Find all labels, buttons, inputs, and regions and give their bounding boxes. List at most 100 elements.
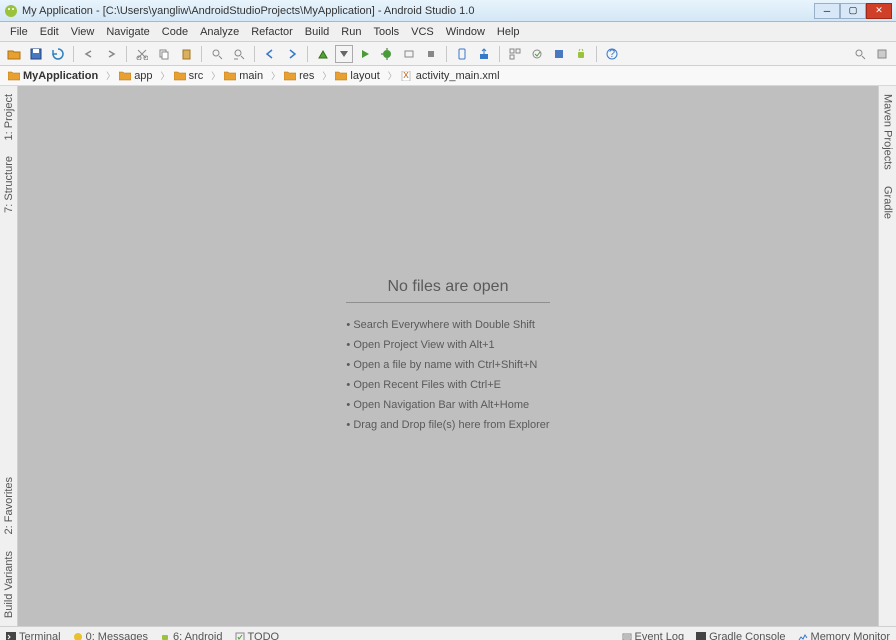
sidebar-tab-gradle[interactable]: Gradle bbox=[880, 178, 896, 227]
ddms-icon[interactable] bbox=[549, 44, 569, 64]
close-button[interactable]: ✕ bbox=[866, 3, 892, 19]
todo-icon bbox=[235, 632, 245, 640]
find-icon[interactable] bbox=[207, 44, 227, 64]
crumb-label: layout bbox=[350, 70, 379, 82]
attach-debugger-icon[interactable] bbox=[399, 44, 419, 64]
search-everywhere-icon[interactable] bbox=[850, 44, 870, 64]
folder-icon bbox=[224, 71, 236, 81]
gradle-console-icon bbox=[696, 632, 706, 640]
sidebar-tab-structure[interactable]: 7: Structure bbox=[1, 148, 17, 221]
make-project-icon[interactable] bbox=[313, 44, 333, 64]
tab-memory-monitor[interactable]: Memory Monitor bbox=[798, 631, 890, 640]
separator bbox=[126, 46, 127, 62]
stop-icon[interactable] bbox=[421, 44, 441, 64]
menu-file[interactable]: File bbox=[4, 24, 34, 40]
separator bbox=[446, 46, 447, 62]
minimize-button[interactable]: ─ bbox=[814, 3, 840, 19]
copy-icon[interactable] bbox=[154, 44, 174, 64]
help-icon[interactable]: ? bbox=[602, 44, 622, 64]
replace-icon[interactable] bbox=[229, 44, 249, 64]
avd-manager-icon[interactable] bbox=[452, 44, 472, 64]
folder-icon bbox=[335, 71, 347, 81]
menu-window[interactable]: Window bbox=[440, 24, 491, 40]
separator bbox=[499, 46, 500, 62]
menu-analyze[interactable]: Analyze bbox=[194, 24, 245, 40]
breadcrumb-res[interactable]: res bbox=[267, 69, 318, 82]
menu-vcs[interactable]: VCS bbox=[405, 24, 440, 40]
folder-icon bbox=[284, 71, 296, 81]
forward-icon[interactable] bbox=[282, 44, 302, 64]
back-icon[interactable] bbox=[260, 44, 280, 64]
sync-gradle-icon[interactable] bbox=[527, 44, 547, 64]
paste-icon[interactable] bbox=[176, 44, 196, 64]
sync-icon[interactable] bbox=[48, 44, 68, 64]
debug-icon[interactable] bbox=[377, 44, 397, 64]
settings-square-icon[interactable] bbox=[872, 44, 892, 64]
right-tool-strip: Maven Projects Gradle bbox=[878, 86, 896, 626]
menu-code[interactable]: Code bbox=[156, 24, 194, 40]
crumb-label: app bbox=[134, 70, 152, 82]
crumb-label: main bbox=[239, 70, 263, 82]
open-icon[interactable] bbox=[4, 44, 24, 64]
memory-icon bbox=[798, 632, 808, 640]
breadcrumb-src[interactable]: src bbox=[157, 69, 208, 82]
save-all-icon[interactable] bbox=[26, 44, 46, 64]
separator bbox=[254, 46, 255, 62]
empty-state-title: No files are open bbox=[346, 278, 549, 303]
folder-icon bbox=[174, 71, 186, 81]
maximize-button[interactable]: ▢ bbox=[840, 3, 866, 19]
menu-tools[interactable]: Tools bbox=[367, 24, 405, 40]
menu-refactor[interactable]: Refactor bbox=[245, 24, 299, 40]
project-structure-icon[interactable] bbox=[505, 44, 525, 64]
breadcrumb-main[interactable]: main bbox=[207, 69, 267, 82]
tab-event-log[interactable]: Event Log bbox=[622, 631, 685, 640]
menu-navigate[interactable]: Navigate bbox=[100, 24, 155, 40]
sidebar-tab-build-variants[interactable]: Build Variants bbox=[1, 543, 17, 626]
undo-icon[interactable] bbox=[79, 44, 99, 64]
editor-area[interactable]: No files are open Search Everywhere with… bbox=[18, 86, 878, 626]
separator bbox=[307, 46, 308, 62]
sidebar-tab-project[interactable]: 1: Project bbox=[1, 86, 17, 148]
separator bbox=[201, 46, 202, 62]
tip-item: Search Everywhere with Double Shift bbox=[346, 315, 549, 335]
terminal-icon bbox=[6, 632, 16, 640]
sdk-manager-icon[interactable] bbox=[474, 44, 494, 64]
tip-item: Drag and Drop file(s) here from Explorer bbox=[346, 415, 549, 435]
tab-android[interactable]: 6: Android bbox=[160, 631, 223, 640]
redo-icon[interactable] bbox=[101, 44, 121, 64]
tab-todo[interactable]: TODO bbox=[235, 631, 280, 640]
menu-run[interactable]: Run bbox=[335, 24, 367, 40]
sidebar-tab-favorites[interactable]: 2: Favorites bbox=[1, 469, 17, 542]
tip-item: Open Recent Files with Ctrl+E bbox=[346, 375, 549, 395]
svg-text:x: x bbox=[403, 71, 409, 81]
breadcrumb-app[interactable]: app bbox=[102, 69, 156, 82]
tip-item: Open Navigation Bar with Alt+Home bbox=[346, 395, 549, 415]
menubar: File Edit View Navigate Code Analyze Ref… bbox=[0, 22, 896, 42]
menu-edit[interactable]: Edit bbox=[34, 24, 65, 40]
empty-state-tips: Search Everywhere with Double Shift Open… bbox=[346, 315, 549, 435]
android-icon[interactable] bbox=[571, 44, 591, 64]
main-area: 1: Project 7: Structure 2: Favorites Bui… bbox=[0, 86, 896, 626]
separator bbox=[73, 46, 74, 62]
toolbar: ? bbox=[0, 42, 896, 66]
run-icon[interactable] bbox=[355, 44, 375, 64]
svg-text:?: ? bbox=[609, 48, 615, 60]
breadcrumb-file[interactable]: x activity_main.xml bbox=[384, 69, 504, 82]
breadcrumb-layout[interactable]: layout bbox=[318, 69, 383, 82]
folder-icon bbox=[119, 71, 131, 81]
menu-help[interactable]: Help bbox=[491, 24, 526, 40]
run-config-dropdown[interactable] bbox=[335, 45, 353, 63]
tip-item: Open Project View with Alt+1 bbox=[346, 335, 549, 355]
android-studio-icon bbox=[4, 4, 18, 18]
breadcrumb-project[interactable]: MyApplication bbox=[4, 70, 102, 82]
menu-build[interactable]: Build bbox=[299, 24, 335, 40]
tab-gradle-console[interactable]: Gradle Console bbox=[696, 631, 785, 640]
cut-icon[interactable] bbox=[132, 44, 152, 64]
bottom-tool-tabs: Terminal 0: Messages 6: Android TODO Eve… bbox=[0, 626, 896, 640]
android-icon bbox=[160, 632, 170, 640]
tab-messages[interactable]: 0: Messages bbox=[73, 631, 148, 640]
sidebar-tab-maven[interactable]: Maven Projects bbox=[880, 86, 896, 178]
empty-state: No files are open Search Everywhere with… bbox=[346, 278, 549, 435]
tab-terminal[interactable]: Terminal bbox=[6, 631, 61, 640]
menu-view[interactable]: View bbox=[65, 24, 101, 40]
